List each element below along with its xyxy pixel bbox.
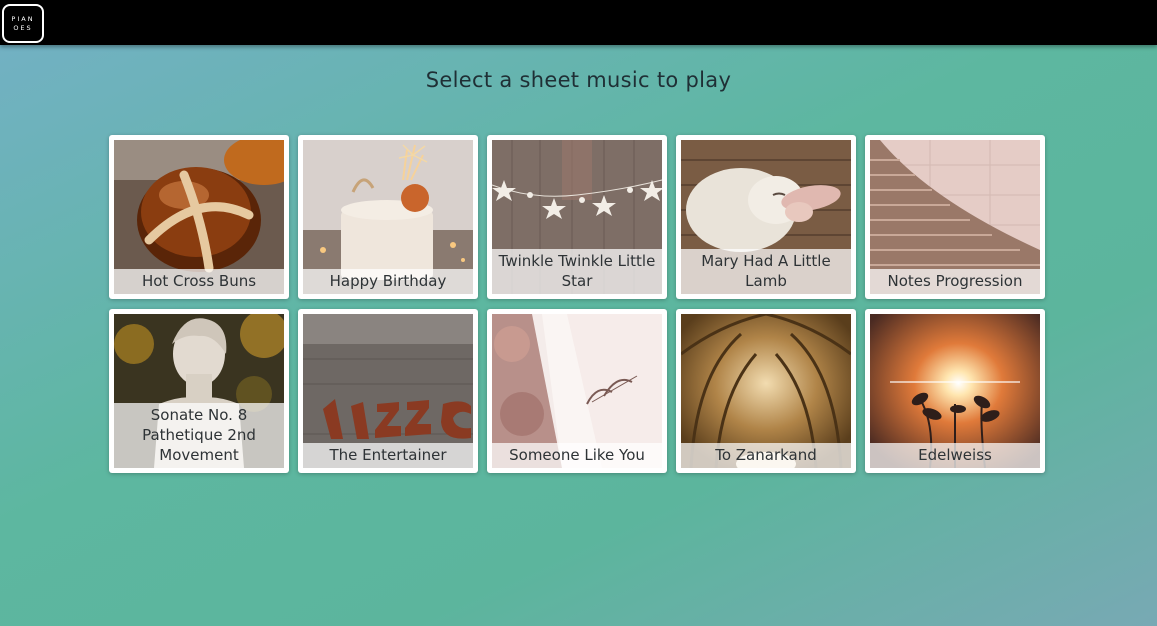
song-card-hot-cross-buns[interactable]: Hot Cross Buns [109, 135, 289, 299]
song-card-twinkle-twinkle-little-star[interactable]: Twinkle Twinkle Little Star [487, 135, 667, 299]
song-title: Twinkle Twinkle Little Star [492, 249, 662, 294]
song-card-edelweiss[interactable]: Edelweiss [865, 309, 1045, 473]
top-navbar: PIANOES [0, 0, 1157, 45]
song-title: Hot Cross Buns [114, 269, 284, 294]
song-card-to-zanarkand[interactable]: To Zanarkand [676, 309, 856, 473]
song-card-notes-progression[interactable]: Notes Progression [865, 135, 1045, 299]
song-title: Someone Like You [492, 443, 662, 468]
staircase-image: Notes Progression [870, 140, 1040, 294]
page-heading: Select a sheet music to play [425, 68, 732, 92]
song-title: Edelweiss [870, 443, 1040, 468]
song-card-happy-birthday[interactable]: Happy Birthday [298, 135, 478, 299]
hot-cross-bun-image: Hot Cross Buns [114, 140, 284, 294]
song-title: Happy Birthday [303, 269, 473, 294]
song-card-mary-had-a-little-lamb[interactable]: Mary Had A Little Lamb [676, 135, 856, 299]
sheet-music-grid: Hot Cross Buns Happy Birthday Twinkle Tw… [109, 135, 1049, 475]
song-title: The Entertainer [303, 443, 473, 468]
tree-tunnel-image: To Zanarkand [681, 314, 851, 468]
song-title: Mary Had A Little Lamb [681, 249, 851, 294]
thank-you-card-image: Someone Like You [492, 314, 662, 468]
birthday-cake-image: Happy Birthday [303, 140, 473, 294]
song-card-someone-like-you[interactable]: Someone Like You [487, 309, 667, 473]
lamb-image: Mary Had A Little Lamb [681, 140, 851, 294]
song-title: To Zanarkand [681, 443, 851, 468]
sunlit-flowers-image: Edelweiss [870, 314, 1040, 468]
jazz-sign-image: The Entertainer [303, 314, 473, 468]
logo-text: PIANOES [11, 14, 35, 32]
beethoven-bust-image: Sonate No. 8 Pathetique 2nd Movement [114, 314, 284, 468]
song-title: Notes Progression [870, 269, 1040, 294]
song-card-the-entertainer[interactable]: The Entertainer [298, 309, 478, 473]
song-title: Sonate No. 8 Pathetique 2nd Movement [114, 403, 284, 468]
star-garland-image: Twinkle Twinkle Little Star [492, 140, 662, 294]
song-card-sonate-no-8-pathetique[interactable]: Sonate No. 8 Pathetique 2nd Movement [109, 309, 289, 473]
pianoes-logo[interactable]: PIANOES [2, 4, 44, 43]
